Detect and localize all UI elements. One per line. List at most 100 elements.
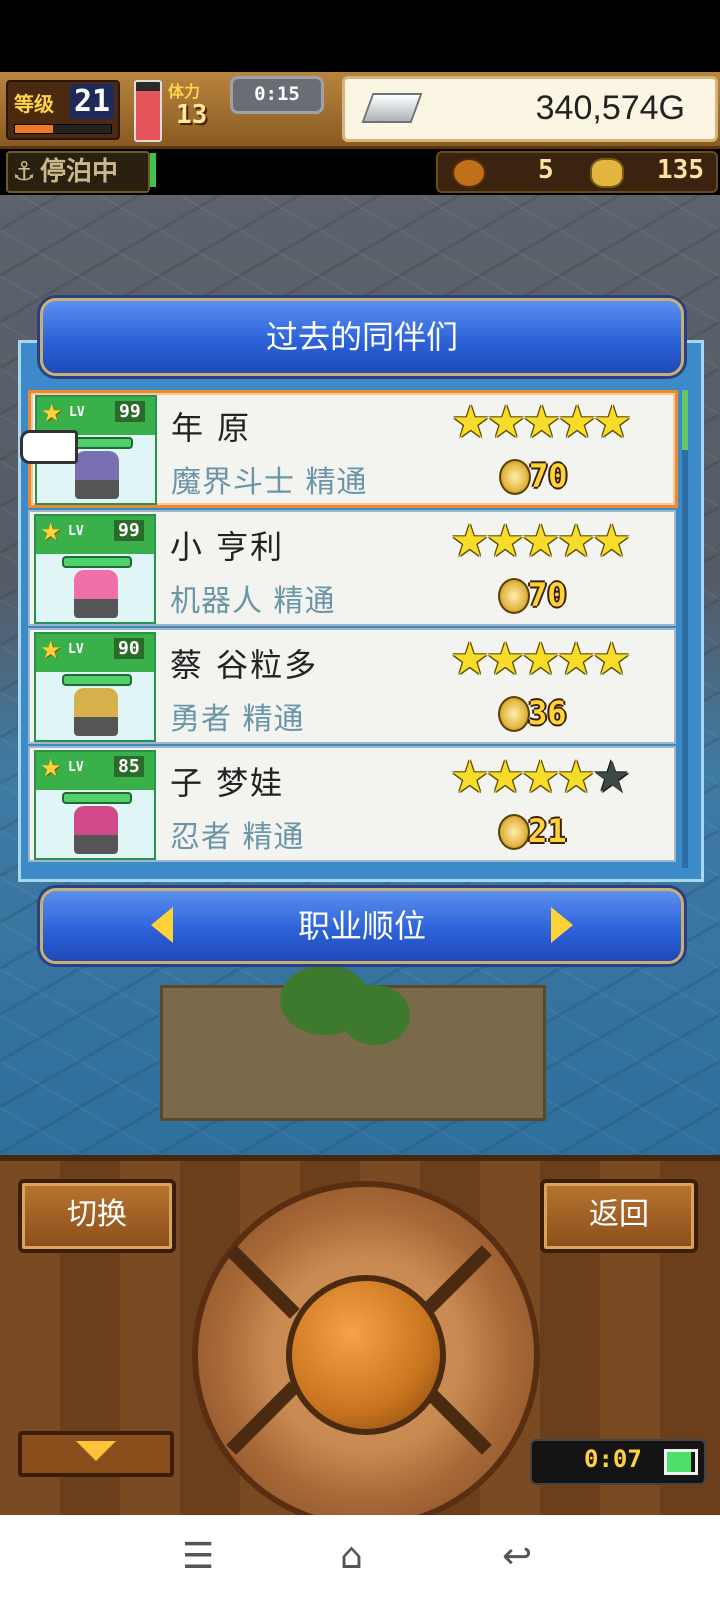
dpad[interactable] (192, 1181, 540, 1529)
coin-icon (498, 696, 530, 732)
back-button[interactable]: 返回 (540, 1179, 698, 1253)
companion-name: 小 亨利 (170, 528, 285, 566)
companion-level: 90 (114, 638, 144, 659)
status-bar (0, 0, 720, 72)
character-sprite (74, 688, 118, 736)
confirm-button[interactable] (286, 1275, 446, 1435)
companion-name: 蔡 谷粒多 (170, 646, 319, 684)
rating-star-icon: ★ (556, 634, 596, 685)
dpad-divider (226, 1245, 300, 1319)
companion-coins: 70 (528, 576, 567, 614)
companion-rating: ★★★★★ (450, 634, 631, 685)
controller-panel: 切换 返回 0:07 (0, 1155, 720, 1529)
level-tag: LV (69, 405, 85, 420)
level-tag: LV (68, 642, 84, 657)
companion-coins: 21 (528, 812, 567, 850)
battery-fill (667, 1452, 691, 1472)
gold-display: 340,574G (342, 76, 718, 142)
scroll-thumb[interactable] (682, 390, 688, 450)
stamina-label: 体力 (168, 82, 201, 101)
job-rank-bar[interactable]: 职业顺位 (40, 888, 684, 964)
stamina-value: 13 (176, 100, 208, 130)
chevron-down-icon (76, 1441, 116, 1461)
hp-bar (62, 556, 132, 568)
companion-row[interactable]: ★ LV 99 小 亨利机器人 精通 ★★★★★ 70 (28, 510, 676, 626)
companion-level: 99 (115, 401, 145, 422)
menu-toggle-button[interactable] (18, 1431, 174, 1477)
fish-count: 5 (538, 155, 554, 185)
rating-star-icon: ★ (591, 752, 632, 803)
companion-coins: 70 (529, 457, 568, 495)
star-icon: ★ (40, 636, 62, 664)
status-row: ⚓ 停泊中 5 135 (0, 149, 720, 195)
home-icon[interactable]: ⌂ (340, 1537, 363, 1577)
pointer-hand-icon (20, 430, 78, 464)
tree (340, 985, 410, 1045)
hp-bar (62, 674, 132, 686)
level-progress-bar (14, 124, 112, 134)
top-hud: 等级 21 体力 13 0:15 340,574G (0, 72, 720, 149)
hp-bar (62, 792, 132, 804)
rating-star-icon: ★ (556, 516, 596, 567)
dialog-title-bar: 过去的同伴们 (40, 298, 684, 376)
job-rank-label: 职业顺位 (297, 907, 426, 945)
coin-count: 135 (657, 155, 704, 185)
companion-job: 机器人 精通 (170, 584, 336, 619)
companion-rating: ★★★★★ (450, 752, 632, 803)
companion-rating: ★★★★★ (450, 516, 632, 567)
companion-row[interactable]: ★ LV 90 蔡 谷粒多 勇者 精通 ★★★★★ 36 (28, 628, 676, 744)
character-sprite (74, 806, 118, 854)
anchor-icon: ⚓ (12, 157, 36, 187)
fish-icon (452, 158, 486, 188)
rating-star-icon: ★ (520, 634, 561, 685)
companion-portrait: ★ LV 85 (34, 750, 156, 860)
play-time: 0:07 (584, 1445, 642, 1473)
companion-job: 忍者 精通 (170, 820, 305, 855)
rating-star-icon: ★ (592, 397, 633, 448)
menu-icon[interactable]: ☰ (182, 1537, 214, 1577)
companion-row[interactable]: ★ LV 99 年 原魔界斗士 精通 ★★★★★ 70 (28, 390, 678, 508)
companion-coins: 36 (528, 694, 567, 732)
rating-star-icon: ★ (557, 397, 597, 448)
rating-star-icon: ★ (521, 397, 562, 448)
coin-icon (498, 578, 530, 614)
resource-box: 5 135 (436, 151, 718, 193)
level-box: 等级 21 (6, 80, 120, 140)
arrow-right-icon[interactable] (551, 907, 573, 943)
switch-button[interactable]: 切换 (18, 1179, 176, 1253)
star-icon: ★ (40, 754, 62, 782)
companion-level: 99 (114, 520, 144, 541)
companion-name: 子 梦娃 (170, 764, 285, 802)
coin-icon (499, 459, 531, 495)
stamina-fill (136, 90, 160, 140)
rating-star-icon: ★ (451, 397, 491, 448)
companion-job: 魔界斗士 精通 (171, 465, 368, 500)
companion-name: 年 原 (171, 409, 252, 447)
level-progress-fill (15, 125, 54, 133)
character-sprite (74, 570, 118, 618)
level-label: 等级 (14, 92, 54, 116)
rating-star-icon: ★ (485, 752, 525, 803)
level-tag: LV (68, 760, 84, 775)
dock-status-label: 停泊中 (40, 157, 119, 187)
battery-icon (664, 1449, 698, 1475)
rating-star-icon: ★ (486, 397, 526, 448)
rating-star-icon: ★ (520, 516, 561, 567)
back-icon[interactable]: ↩ (502, 1537, 532, 1577)
companion-portrait: ★ LV 99 (34, 514, 156, 624)
character-sprite (75, 451, 119, 499)
play-time-display: 0:07 (530, 1439, 706, 1485)
coin-icon (498, 814, 530, 850)
companion-level: 85 (114, 756, 144, 777)
list-scrollbar[interactable] (682, 390, 688, 868)
star-icon: ★ (41, 399, 63, 427)
rating-star-icon: ★ (520, 752, 561, 803)
companion-portrait: ★ LV 90 (34, 632, 156, 742)
rating-star-icon: ★ (450, 634, 490, 685)
rating-star-icon: ★ (556, 752, 596, 803)
rating-star-icon: ★ (591, 516, 632, 567)
stamina-gauge (134, 80, 162, 142)
rating-star-icon: ★ (485, 634, 525, 685)
timer-display: 0:15 (230, 76, 324, 114)
companion-row[interactable]: ★ LV 85 子 梦娃 忍者 精通 ★★★★★ 21 (28, 746, 676, 862)
